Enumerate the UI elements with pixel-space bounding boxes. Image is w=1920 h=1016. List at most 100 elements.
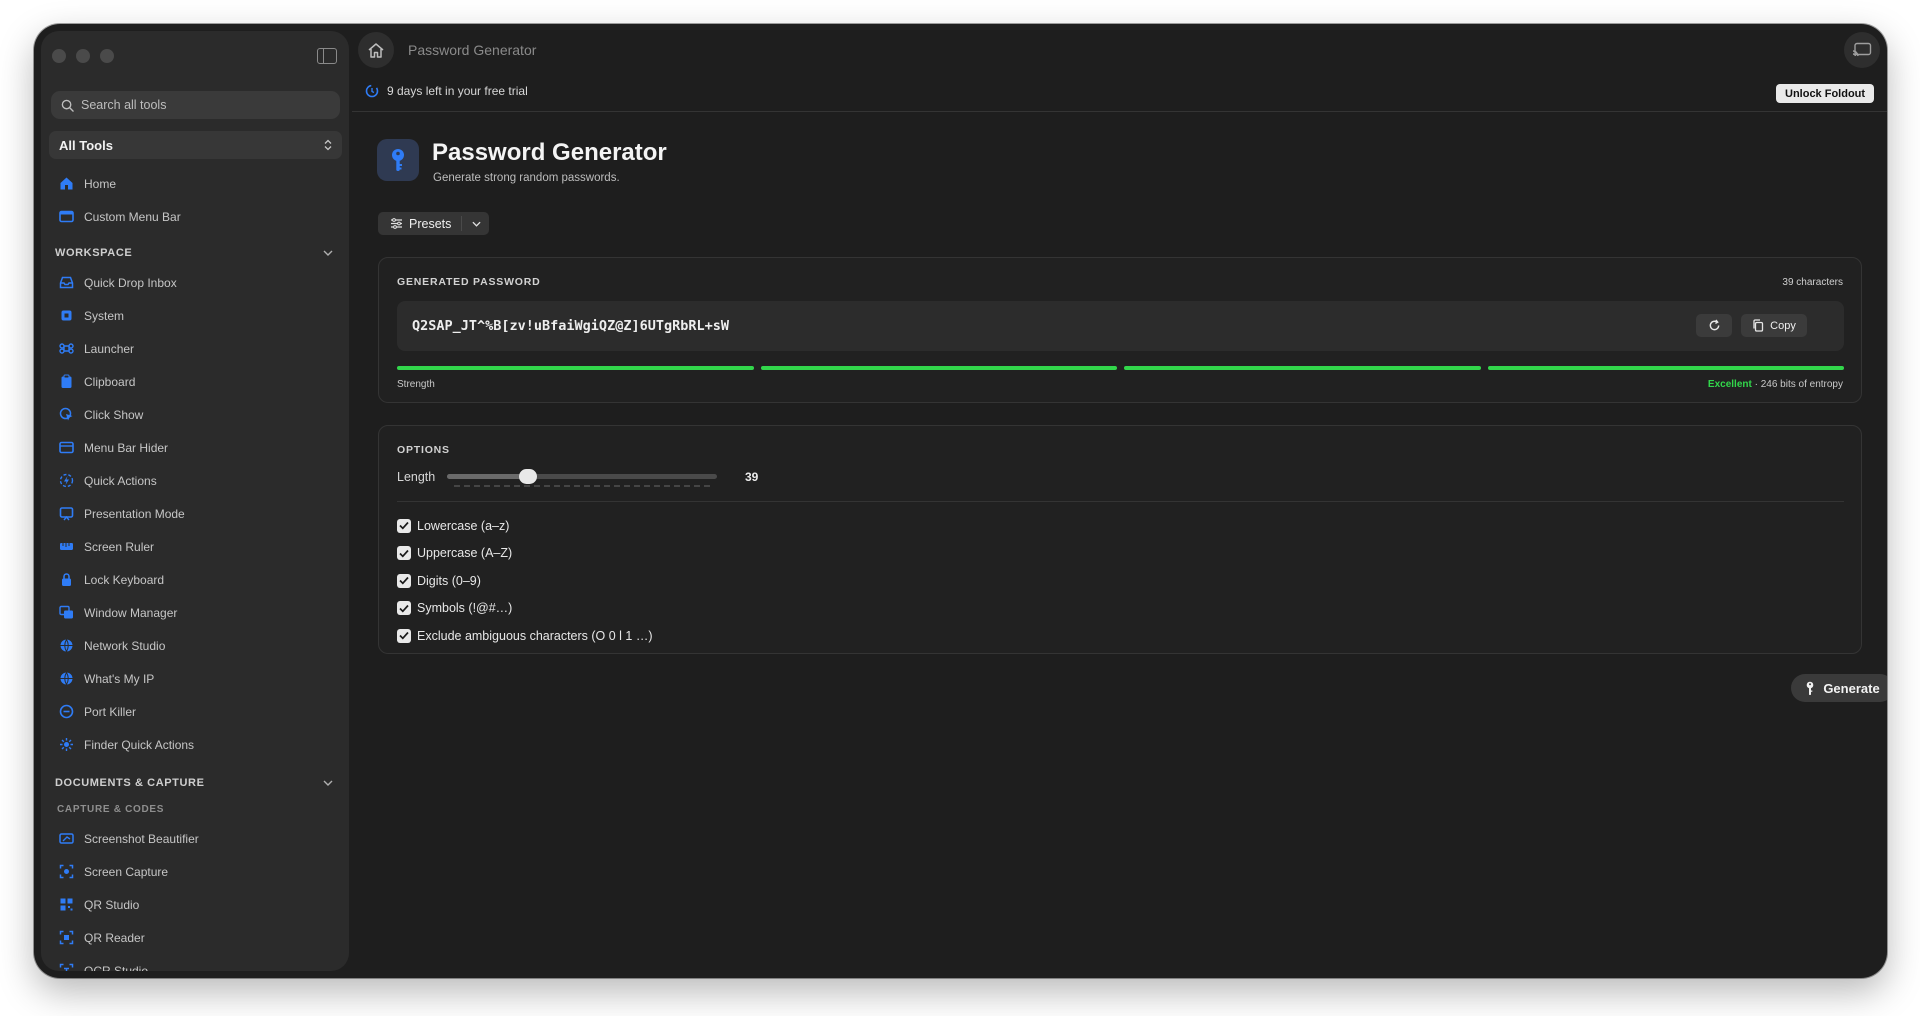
sidebar-item-presentation-mode[interactable]: Presentation Mode bbox=[41, 497, 349, 530]
password-field[interactable]: Q2SAP_JT^%B[zv!uBfaiWgiQZ@Z]6UTgRbRL+sW … bbox=[397, 301, 1844, 351]
close-window-button[interactable] bbox=[52, 49, 66, 63]
sidebar-item-qr-reader[interactable]: QR Reader bbox=[41, 921, 349, 954]
port-icon bbox=[59, 704, 74, 719]
presentation-icon bbox=[59, 506, 74, 521]
key-icon bbox=[1807, 681, 1814, 695]
option-checkbox-row[interactable]: Uppercase (A–Z) bbox=[397, 540, 653, 568]
copy-icon bbox=[1753, 319, 1764, 332]
length-slider-fill bbox=[447, 474, 528, 479]
generate-button[interactable]: Generate bbox=[1791, 674, 1887, 702]
home-button[interactable] bbox=[358, 32, 394, 68]
camera-icon bbox=[59, 864, 74, 879]
sidebar-item-label: Custom Menu Bar bbox=[84, 209, 181, 224]
entropy-text: · 246 bits of entropy bbox=[1754, 379, 1843, 390]
sidebar-toggle-icon[interactable] bbox=[317, 48, 337, 64]
clipboard-icon bbox=[61, 374, 72, 388]
sidebar-item-qr-studio[interactable]: QR Studio bbox=[41, 888, 349, 921]
sidebar-item-quick-actions[interactable]: Quick Actions bbox=[41, 464, 349, 497]
sidebar-item-custom-menu-bar[interactable]: Custom Menu Bar bbox=[41, 200, 349, 233]
sidebar-item-label: QR Studio bbox=[84, 897, 140, 912]
sidebar-item-label: Click Show bbox=[84, 407, 144, 422]
page-title: Password Generator bbox=[432, 139, 667, 166]
sidebar-item-home[interactable]: Home bbox=[41, 167, 349, 200]
options-heading: OPTIONS bbox=[397, 444, 450, 456]
sidebar-item-port-killer[interactable]: Port Killer bbox=[41, 695, 349, 728]
sidebar-item-label: Screen Capture bbox=[84, 864, 169, 879]
zoom-window-button[interactable] bbox=[100, 49, 114, 63]
option-checkbox-row[interactable]: Exclude ambiguous characters (O 0 l 1 …) bbox=[397, 622, 653, 650]
sidebar-item-menu-bar-hider[interactable]: Menu Bar Hider bbox=[41, 431, 349, 464]
checkbox[interactable] bbox=[397, 518, 411, 533]
sidebar-item-lock-keyboard[interactable]: Lock Keyboard bbox=[41, 563, 349, 596]
house-icon bbox=[368, 42, 384, 58]
checkbox[interactable] bbox=[397, 601, 411, 616]
option-checkbox-row[interactable]: Symbols (!@#…) bbox=[397, 595, 653, 623]
screen-mirror-button[interactable] bbox=[1844, 32, 1880, 68]
length-slider-thumb[interactable] bbox=[519, 469, 537, 484]
sidebar-item-label: Quick Actions bbox=[84, 473, 157, 488]
checkbox[interactable] bbox=[397, 573, 411, 588]
section-workspace[interactable]: WORKSPACE bbox=[41, 233, 349, 266]
section-documents[interactable]: DOCUMENTS & CAPTURE bbox=[41, 763, 349, 796]
sidebar-item-network-studio[interactable]: Network Studio bbox=[41, 629, 349, 662]
house-icon bbox=[59, 176, 74, 191]
bolt-icon bbox=[59, 473, 74, 488]
sidebar-item-label: Finder Quick Actions bbox=[84, 737, 195, 752]
house-icon bbox=[60, 177, 73, 190]
sidebar-item-screenshot-beautifier[interactable]: Screenshot Beautifier bbox=[41, 822, 349, 855]
presets-button[interactable]: Presets bbox=[378, 212, 490, 235]
chevron-down-icon bbox=[323, 780, 333, 786]
sidebar-item-window-manager[interactable]: Window Manager bbox=[41, 596, 349, 629]
sidebar-item-clipboard[interactable]: Clipboard bbox=[41, 365, 349, 398]
window-controls bbox=[52, 49, 114, 63]
regenerate-button[interactable] bbox=[1696, 314, 1732, 337]
options-divider bbox=[397, 501, 1844, 502]
text-scan-icon bbox=[59, 963, 74, 971]
length-slider[interactable] bbox=[447, 469, 717, 484]
sidebar-item-launcher[interactable]: Launcher bbox=[41, 332, 349, 365]
scope-select[interactable]: All Tools bbox=[49, 131, 342, 159]
sidebar: All Tools Home Custom Menu Bar WORKSPACE … bbox=[41, 31, 349, 971]
search-box[interactable] bbox=[51, 91, 340, 119]
copy-button[interactable]: Copy bbox=[1741, 314, 1807, 337]
chevron-down-icon[interactable] bbox=[472, 221, 481, 227]
sidebar-item-label: QR Reader bbox=[84, 930, 145, 945]
sidebar-item-ocr-studio[interactable]: OCR Studio bbox=[41, 954, 349, 971]
unlock-button[interactable]: Unlock Foldout bbox=[1776, 84, 1875, 103]
search-input[interactable] bbox=[81, 98, 321, 112]
checkbox-label: Lowercase (a–z) bbox=[417, 518, 510, 533]
checkbox[interactable] bbox=[397, 628, 411, 643]
generate-label: Generate bbox=[1823, 680, 1880, 696]
sidebar-item-label: System bbox=[84, 308, 125, 323]
password-value[interactable]: Q2SAP_JT^%B[zv!uBfaiWgiQZ@Z]6UTgRbRL+sW bbox=[412, 318, 729, 334]
generated-password-card: GENERATED PASSWORD 39 characters Q2SAP_J… bbox=[378, 257, 1862, 403]
strength-segment bbox=[1124, 366, 1481, 370]
text-scan-icon bbox=[59, 963, 74, 971]
strength-label: Strength bbox=[397, 379, 435, 390]
sidebar-item-screen-ruler[interactable]: Screen Ruler bbox=[41, 530, 349, 563]
sidebar-item-finder-quick-actions[interactable]: Finder Quick Actions bbox=[41, 728, 349, 761]
app-window: All Tools Home Custom Menu Bar WORKSPACE … bbox=[34, 24, 1887, 978]
page-subtitle: Generate strong random passwords. bbox=[433, 172, 620, 184]
sidebar-item-system[interactable]: System bbox=[41, 299, 349, 332]
checkmark-icon bbox=[399, 549, 409, 558]
checkbox[interactable] bbox=[397, 546, 411, 561]
qrcode-icon bbox=[60, 898, 73, 911]
sidebar-item-label: Network Studio bbox=[84, 638, 166, 653]
option-checkbox-row[interactable]: Digits (0–9) bbox=[397, 567, 653, 595]
presets-label: Presets bbox=[409, 216, 452, 231]
strength-segment bbox=[760, 366, 1117, 370]
sidebar-item-click-show[interactable]: Click Show bbox=[41, 398, 349, 431]
strength-meter bbox=[397, 366, 1844, 370]
sidebar-item-label: Screenshot Beautifier bbox=[84, 831, 199, 846]
minimize-window-button[interactable] bbox=[76, 49, 90, 63]
sidebar-item-screen-capture[interactable]: Screen Capture bbox=[41, 855, 349, 888]
finder-icon bbox=[59, 737, 74, 752]
option-checkbox-row[interactable]: Lowercase (a–z) bbox=[397, 512, 653, 540]
sidebar-item-what-s-my-ip[interactable]: What's My IP bbox=[41, 662, 349, 695]
command-icon bbox=[59, 341, 74, 356]
sidebar-item-quick-drop-inbox[interactable]: Quick Drop Inbox bbox=[41, 266, 349, 299]
section-documents-label: DOCUMENTS & CAPTURE bbox=[55, 776, 205, 789]
length-slider-ticks bbox=[454, 485, 710, 487]
refresh-icon bbox=[1709, 319, 1719, 331]
